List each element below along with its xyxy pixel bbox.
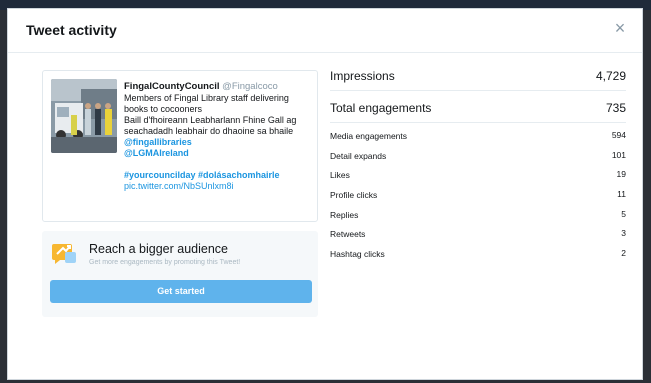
stat-value: 11	[617, 189, 626, 200]
stat-row-likes: Likes 19	[330, 166, 626, 186]
modal-title: Tweet activity	[26, 22, 117, 38]
tweet-author: FingalCountyCouncil @Fingalcoco	[124, 81, 314, 93]
impressions-row: Impressions 4,729	[330, 65, 626, 91]
close-icon[interactable]: ×	[610, 18, 630, 38]
stat-row-detail-expands: Detail expands 101	[330, 147, 626, 167]
stat-value: 101	[611, 149, 626, 160]
stat-value: 19	[616, 169, 626, 180]
mention-link[interactable]: @fingallibraries	[124, 137, 314, 148]
tweet-text-line: Baill d'fhoireann Leabharlann Fhine Gall…	[124, 115, 297, 125]
stat-value: 2	[621, 248, 626, 259]
get-started-button[interactable]: Get started	[50, 280, 312, 303]
impressions-value: 4,729	[595, 69, 626, 83]
author-handle[interactable]: @Fingalcoco	[222, 81, 278, 92]
impressions-label: Impressions	[330, 69, 395, 83]
stat-label: Profile clicks	[330, 190, 378, 201]
tweet-text-line: books to cocooners	[124, 104, 203, 114]
engagements-label: Total engagements	[330, 101, 432, 115]
tweet-text-line: Members of Fingal Library staff deliveri…	[124, 93, 289, 103]
stat-label: Media engagements	[330, 131, 408, 141]
stat-value: 594	[611, 130, 626, 140]
stat-value: 5	[621, 208, 626, 219]
engagements-row: Total engagements 735	[330, 95, 626, 123]
tweet-activity-modal: Tweet activity × FingalCountyCouncil @Fi…	[7, 8, 643, 380]
hashtag-links[interactable]: #yourcouncilday #dolásachomhairle	[124, 170, 314, 181]
stat-label: Hashtag clicks	[330, 249, 385, 260]
stat-row-profile-clicks: Profile clicks 11	[330, 186, 626, 206]
tweet-text-line: seachadadh leabhair do dhaoine sa bhaile	[124, 126, 294, 136]
media-link[interactable]: pic.twitter.com/NbSUnlxm8i	[124, 181, 314, 192]
tweet-card[interactable]: FingalCountyCouncil @Fingalcoco Members …	[42, 70, 318, 222]
stat-row-hashtag-clicks: Hashtag clicks 2	[330, 245, 626, 265]
stat-label: Retweets	[330, 229, 366, 240]
mention-link[interactable]: @LGMAIreland	[124, 148, 314, 159]
promo-title: Reach a bigger audience	[89, 242, 228, 256]
engagements-value: 735	[605, 101, 626, 115]
stat-label: Replies	[330, 209, 359, 220]
promo-subtitle: Get more engagements by promoting this T…	[89, 259, 241, 266]
stat-value: 3	[621, 228, 626, 239]
tweet-photo[interactable]	[51, 79, 117, 153]
engagement-breakdown: Media engagements 594 Detail expands 101…	[330, 127, 626, 265]
promote-panel: Reach a bigger audience Get more engagem…	[42, 231, 318, 317]
stats-panel: Impressions 4,729 Total engagements 735 …	[330, 65, 626, 265]
author-name[interactable]: FingalCountyCouncil	[124, 81, 220, 92]
stat-row-media-engagements: Media engagements 594	[330, 127, 626, 147]
promote-chart-icon	[51, 240, 77, 266]
stat-row-retweets: Retweets 3	[330, 225, 626, 245]
modal-header: Tweet activity ×	[8, 9, 642, 53]
stat-label: Detail expands	[330, 150, 387, 161]
stat-label: Likes	[330, 170, 350, 181]
tweet-body: FingalCountyCouncil @Fingalcoco Members …	[124, 81, 314, 192]
stat-row-replies: Replies 5	[330, 206, 626, 226]
